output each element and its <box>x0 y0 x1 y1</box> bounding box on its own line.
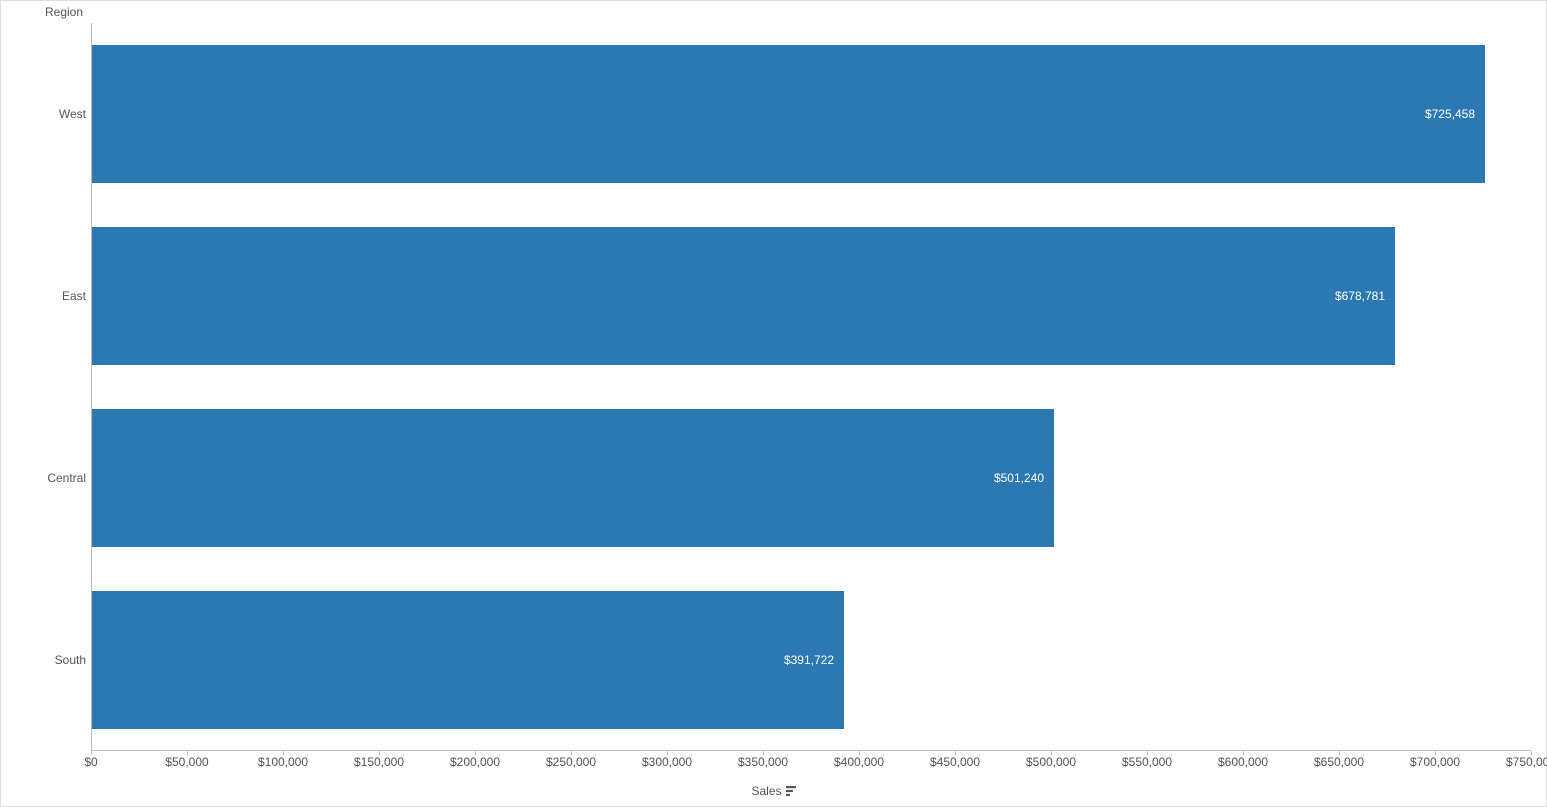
x-tick-0: $0 <box>84 755 97 769</box>
y-tick-central: Central <box>6 471 86 485</box>
x-tick-11: $550,000 <box>1122 755 1172 769</box>
x-tick-5: $250,000 <box>546 755 596 769</box>
bar-central[interactable]: $501,240 <box>92 409 1054 547</box>
x-tick-1: $50,000 <box>165 755 208 769</box>
bar-west[interactable]: $725,458 <box>92 45 1485 183</box>
x-tick-13: $650,000 <box>1314 755 1364 769</box>
bar-south[interactable]: $391,722 <box>92 591 844 729</box>
chart-container: Region $725,458 $678,781 $501,240 $391,7… <box>0 0 1547 807</box>
bar-east[interactable]: $678,781 <box>92 227 1395 365</box>
y-tick-east: East <box>6 289 86 303</box>
bar-label-east: $678,781 <box>1335 289 1385 303</box>
x-tick-4: $200,000 <box>450 755 500 769</box>
x-axis-title-wrap: Sales <box>751 784 795 798</box>
x-tick-15: $750,000 <box>1506 755 1547 769</box>
sort-descending-icon[interactable] <box>786 786 796 796</box>
bar-label-west: $725,458 <box>1425 107 1475 121</box>
bar-label-south: $391,722 <box>784 653 834 667</box>
x-tick-3: $150,000 <box>354 755 404 769</box>
x-tick-9: $450,000 <box>930 755 980 769</box>
x-tick-10: $500,000 <box>1026 755 1076 769</box>
y-tick-south: South <box>6 653 86 667</box>
x-tick-14: $700,000 <box>1410 755 1460 769</box>
y-axis-title: Region <box>45 5 83 19</box>
y-tick-west: West <box>6 107 86 121</box>
x-tick-7: $350,000 <box>738 755 788 769</box>
plot-area: $725,458 $678,781 $501,240 $391,722 <box>91 23 1531 751</box>
x-tick-8: $400,000 <box>834 755 884 769</box>
x-tick-6: $300,000 <box>642 755 692 769</box>
x-tick-12: $600,000 <box>1218 755 1268 769</box>
x-tick-2: $100,000 <box>258 755 308 769</box>
bar-label-central: $501,240 <box>994 471 1044 485</box>
x-axis-title-text: Sales <box>751 784 781 798</box>
